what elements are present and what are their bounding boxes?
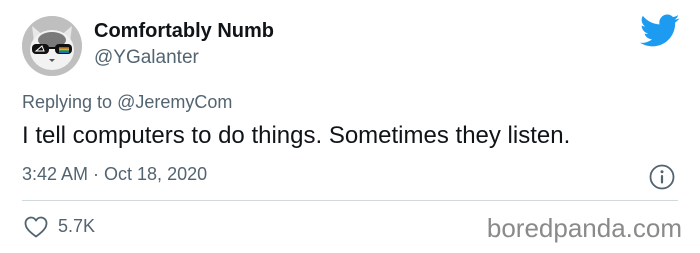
tweet-text: I tell computers to do things. Sometimes… bbox=[22, 122, 571, 149]
tweet-card: Comfortably Numb @YGalanter Replying to … bbox=[0, 0, 700, 253]
tweet-timestamp[interactable]: 3:42 AM · Oct 18, 2020 bbox=[22, 164, 207, 185]
boredpanda-watermark: boredpanda.com bbox=[486, 213, 682, 243]
heart-icon[interactable] bbox=[24, 216, 48, 238]
avatar[interactable] bbox=[22, 16, 82, 76]
cat-avatar-image bbox=[22, 16, 82, 76]
reply-mention-link[interactable]: @JeremyCom bbox=[117, 92, 232, 112]
author-display-name[interactable]: Comfortably Numb bbox=[94, 20, 274, 43]
divider bbox=[22, 200, 678, 201]
twitter-bird-icon[interactable] bbox=[640, 14, 680, 48]
author-handle[interactable]: @YGalanter bbox=[94, 47, 199, 69]
reply-context: Replying to @JeremyCom bbox=[22, 92, 232, 113]
reply-context-prefix: Replying to bbox=[22, 92, 113, 112]
like-count[interactable]: 5.7K bbox=[58, 216, 95, 237]
info-icon[interactable] bbox=[649, 164, 675, 190]
